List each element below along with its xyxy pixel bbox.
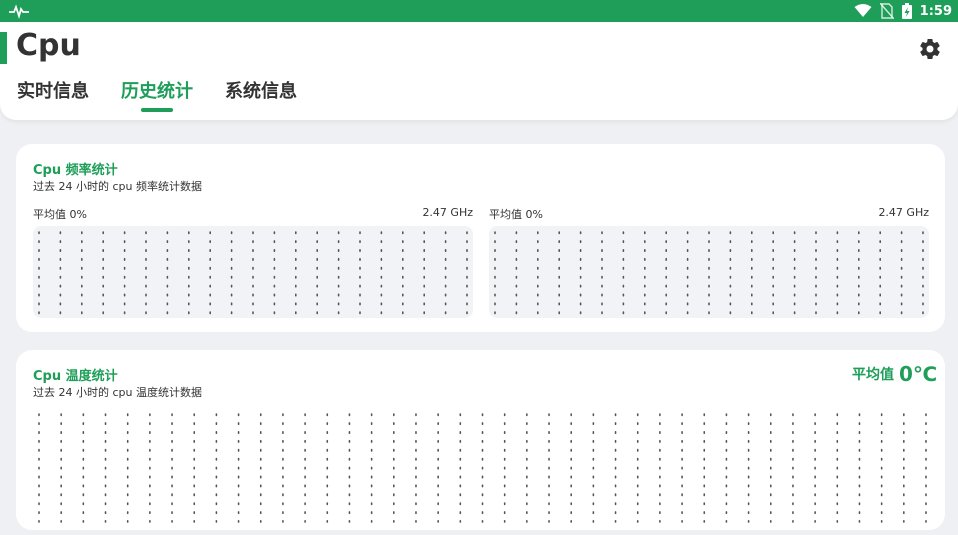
avg-label: 平均值 0% [489,208,543,221]
battery-charging-icon [901,3,912,19]
frequency-chart-left [33,226,473,318]
cpu-frequency-card: Cpu 频率统计 过去 24 小时的 cpu 频率统计数据 平均值 0% 2.4… [16,144,945,332]
status-time: 1:59 [919,3,952,19]
avg-label: 平均值 0% [33,208,87,221]
status-icons: 1:59 [854,0,952,22]
cpu-temperature-card: Cpu 温度统计 过去 24 小时的 cpu 温度统计数据 平均值 0℃ [16,350,945,530]
tab-history[interactable]: 历史统计 [121,77,193,103]
app-header: Cpu 实时信息 历史统计 系统信息 [0,22,958,120]
card-subtitle: 过去 24 小时的 cpu 温度统计数据 [33,386,202,399]
chart-grid [494,231,924,315]
active-tab-indicator [141,108,173,112]
page-title: Cpu [16,28,81,63]
max-frequency-label: 2.47 GHz [422,206,473,219]
card-title: Cpu 频率统计 [33,163,118,178]
gear-icon[interactable] [918,37,942,61]
chart-grid [38,231,468,315]
no-sim-icon [879,3,894,19]
temp-avg-label: 平均值 [852,367,894,383]
wifi-icon [854,4,872,17]
temp-avg-value: 0℃ [899,362,938,386]
activity-icon [9,4,29,19]
frequency-chart-right [489,226,929,318]
tab-system-info[interactable]: 系统信息 [225,77,297,103]
card-subtitle: 过去 24 小时的 cpu 频率统计数据 [33,180,202,193]
status-bar: 1:59 [0,0,958,22]
tab-realtime[interactable]: 实时信息 [17,77,89,103]
card-title: Cpu 温度统计 [33,369,118,384]
title-accent-bar [0,32,7,64]
chart-grid [38,413,927,523]
max-frequency-label: 2.47 GHz [878,206,929,219]
temperature-chart [33,408,932,526]
